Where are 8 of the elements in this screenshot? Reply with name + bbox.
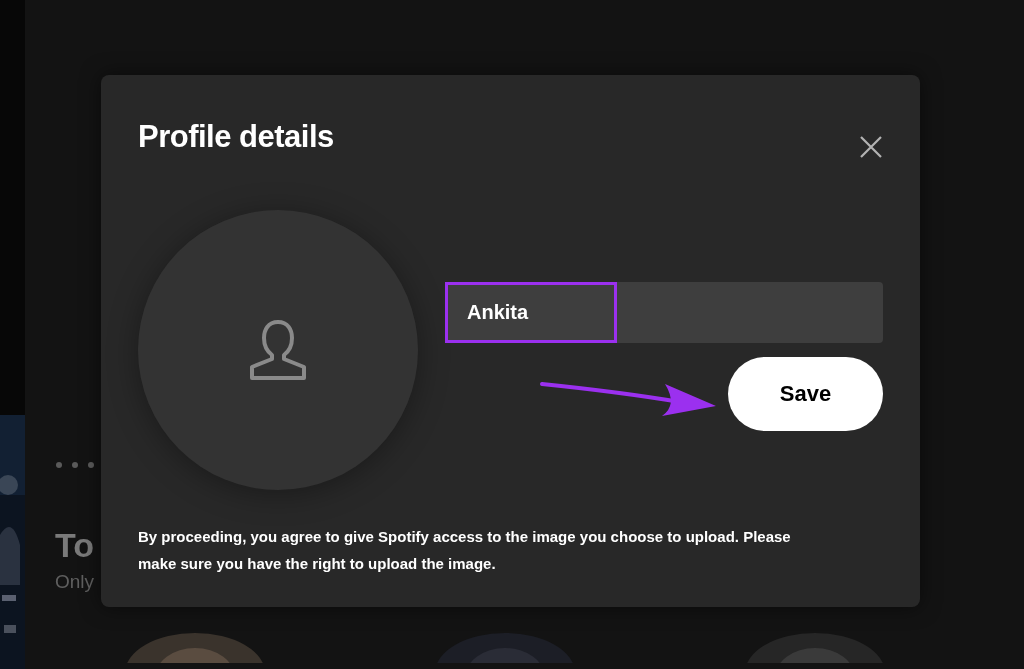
save-button[interactable]: Save: [728, 357, 883, 431]
section-heading: To: [55, 525, 94, 565]
name-field[interactable]: Ankita: [445, 282, 883, 343]
close-button[interactable]: [859, 135, 883, 159]
dialog-title: Profile details: [138, 118, 334, 156]
section-subtitle: Only: [55, 571, 95, 593]
more-icon: [55, 461, 95, 469]
disclaimer-text: By proceeding, you agree to give Spotify access to the image you choose to upload. Please make sure you have the right to upload the image.: [138, 527, 792, 574]
